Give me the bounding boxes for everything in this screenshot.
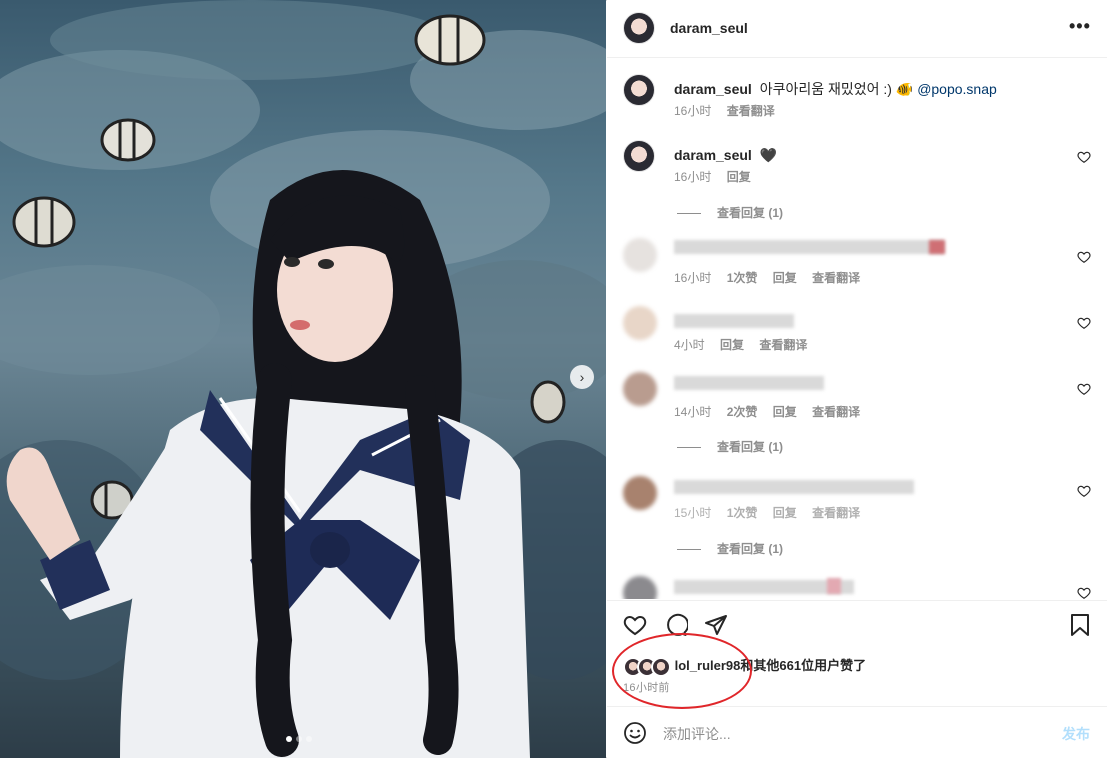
comment-meta: 16小时 1次赞 回复 查看翻译: [674, 269, 872, 286]
comment-likes-count[interactable]: 1次赞: [727, 506, 758, 520]
emoji-smiley-icon[interactable]: [623, 721, 647, 745]
liker-avatar: [651, 656, 671, 677]
comment-composer: 发布: [607, 706, 1107, 759]
comment-meta: 4小时 回复 查看翻译: [674, 336, 819, 353]
save-bookmark-icon[interactable]: [1069, 613, 1091, 637]
comment-avatar[interactable]: [623, 238, 657, 272]
comment-reply-link[interactable]: 回复: [773, 506, 797, 520]
like-heart-icon[interactable]: [623, 613, 647, 637]
comment-body: 🖤: [759, 147, 778, 163]
comment-avatar[interactable]: [623, 372, 657, 406]
comment-input[interactable]: [661, 722, 1045, 746]
blurred-comment-text: [674, 240, 944, 254]
post-photo: ›: [0, 0, 606, 758]
comment-likes-count[interactable]: 2次赞: [727, 405, 758, 419]
comment-like-heart-icon[interactable]: [1077, 382, 1091, 396]
blurred-comment-text: [674, 314, 794, 328]
post-header: daram_seul •••: [607, 0, 1107, 58]
carousel-dot: [286, 736, 292, 742]
comment-reply-link[interactable]: 回复: [773, 405, 797, 419]
comment-likes-count[interactable]: 1次赞: [727, 271, 758, 285]
carousel-dot: [306, 736, 312, 742]
comment-time: 16小时: [674, 170, 712, 184]
view-replies-button[interactable]: 查看回复 (1): [677, 204, 783, 221]
view-replies-button[interactable]: 查看回复 (1): [677, 438, 783, 455]
comment-like-heart-icon[interactable]: [1077, 250, 1091, 264]
comments-list[interactable]: daram_seul 아쿠아리움 재밌었어 :) 🐠 @popo.snap 16…: [607, 58, 1107, 599]
likes-count-text[interactable]: 和其他661位用户赞了: [740, 658, 866, 673]
comment-meta: 15小时 1次赞 回复 查看翻译: [674, 504, 872, 521]
view-replies-label: 查看回复 (1): [717, 440, 784, 454]
carousel-dots: [286, 736, 312, 742]
caption-translate-link[interactable]: 查看翻译: [727, 104, 775, 118]
post-actions-bar: [607, 600, 1107, 706]
comment-avatar[interactable]: [623, 476, 657, 510]
fish-2: [100, 118, 156, 162]
caption-username[interactable]: daram_seul: [674, 81, 752, 97]
comment-like-heart-icon[interactable]: [1077, 150, 1091, 164]
blurred-comment-text: [674, 376, 824, 390]
comment-text: daram_seul 🖤: [674, 146, 777, 164]
caption-meta: 16小时 查看翻译: [674, 102, 787, 119]
aquarium-photo-illustration: [0, 0, 606, 758]
comment-time: 15小时: [674, 506, 712, 520]
comment-reply-link[interactable]: 回复: [773, 271, 797, 285]
carousel-dot: [296, 736, 302, 742]
post-comment-button[interactable]: 发布: [1062, 724, 1090, 744]
likes-summary: lol_ruler98和其他661位用户赞了: [623, 655, 866, 677]
comment-avatar[interactable]: [623, 306, 657, 340]
share-send-icon[interactable]: [704, 613, 728, 637]
caption-avatar[interactable]: [623, 74, 655, 106]
comment-time: 4小时: [674, 338, 705, 352]
comment-avatar[interactable]: [623, 576, 657, 599]
view-replies-label: 查看回复 (1): [717, 542, 784, 556]
comment-translate-link[interactable]: 查看翻译: [812, 271, 860, 285]
comment-time: 14小时: [674, 405, 712, 419]
comment-meta: 14小时 2次赞 回复 查看翻译: [674, 403, 872, 420]
post-side-panel: daram_seul ••• daram_seul 아쿠아리움 재밌었어 :) …: [607, 0, 1107, 758]
caption-body: 아쿠아리움 재밌었어 :) 🐠: [759, 81, 914, 97]
view-replies-label: 查看回复 (1): [717, 206, 784, 220]
caption-mention[interactable]: @popo.snap: [917, 81, 997, 97]
comment-bubble-icon[interactable]: [664, 613, 688, 637]
comment-like-heart-icon[interactable]: [1077, 316, 1091, 330]
view-replies-button[interactable]: 查看回复 (1): [677, 540, 783, 557]
comment-translate-link[interactable]: 查看翻译: [812, 405, 860, 419]
blurred-emoji: [827, 578, 841, 594]
comment-meta: 16小时 回复: [674, 168, 763, 185]
comment-avatar[interactable]: [623, 140, 655, 172]
author-avatar[interactable]: [623, 12, 655, 44]
caption-text: daram_seul 아쿠아리움 재밌었어 :) 🐠 @popo.snap: [674, 80, 997, 98]
comment-translate-link[interactable]: 查看翻译: [812, 506, 860, 520]
more-options-icon[interactable]: •••: [1069, 16, 1091, 37]
fish-3: [12, 196, 76, 248]
comment-time: 16小时: [674, 271, 712, 285]
comment-reply-link[interactable]: 回复: [727, 170, 751, 184]
carousel-next-button[interactable]: ›: [570, 365, 594, 389]
comment-username[interactable]: daram_seul: [674, 147, 752, 163]
author-username[interactable]: daram_seul: [670, 20, 748, 36]
comment-translate-link[interactable]: 查看翻译: [759, 338, 807, 352]
comment-like-heart-icon[interactable]: [1077, 586, 1091, 599]
fish-1: [414, 14, 486, 66]
fish-5: [530, 380, 566, 424]
blurred-emoji: [929, 240, 945, 254]
post-timestamp[interactable]: 16小时前: [623, 679, 670, 695]
comment-like-heart-icon[interactable]: [1077, 484, 1091, 498]
liker-avatars: [623, 656, 675, 677]
caption-time: 16小时: [674, 104, 712, 118]
comment-reply-link[interactable]: 回复: [720, 338, 744, 352]
blurred-comment-text: [674, 480, 914, 494]
liker-username[interactable]: lol_ruler98: [675, 658, 741, 673]
